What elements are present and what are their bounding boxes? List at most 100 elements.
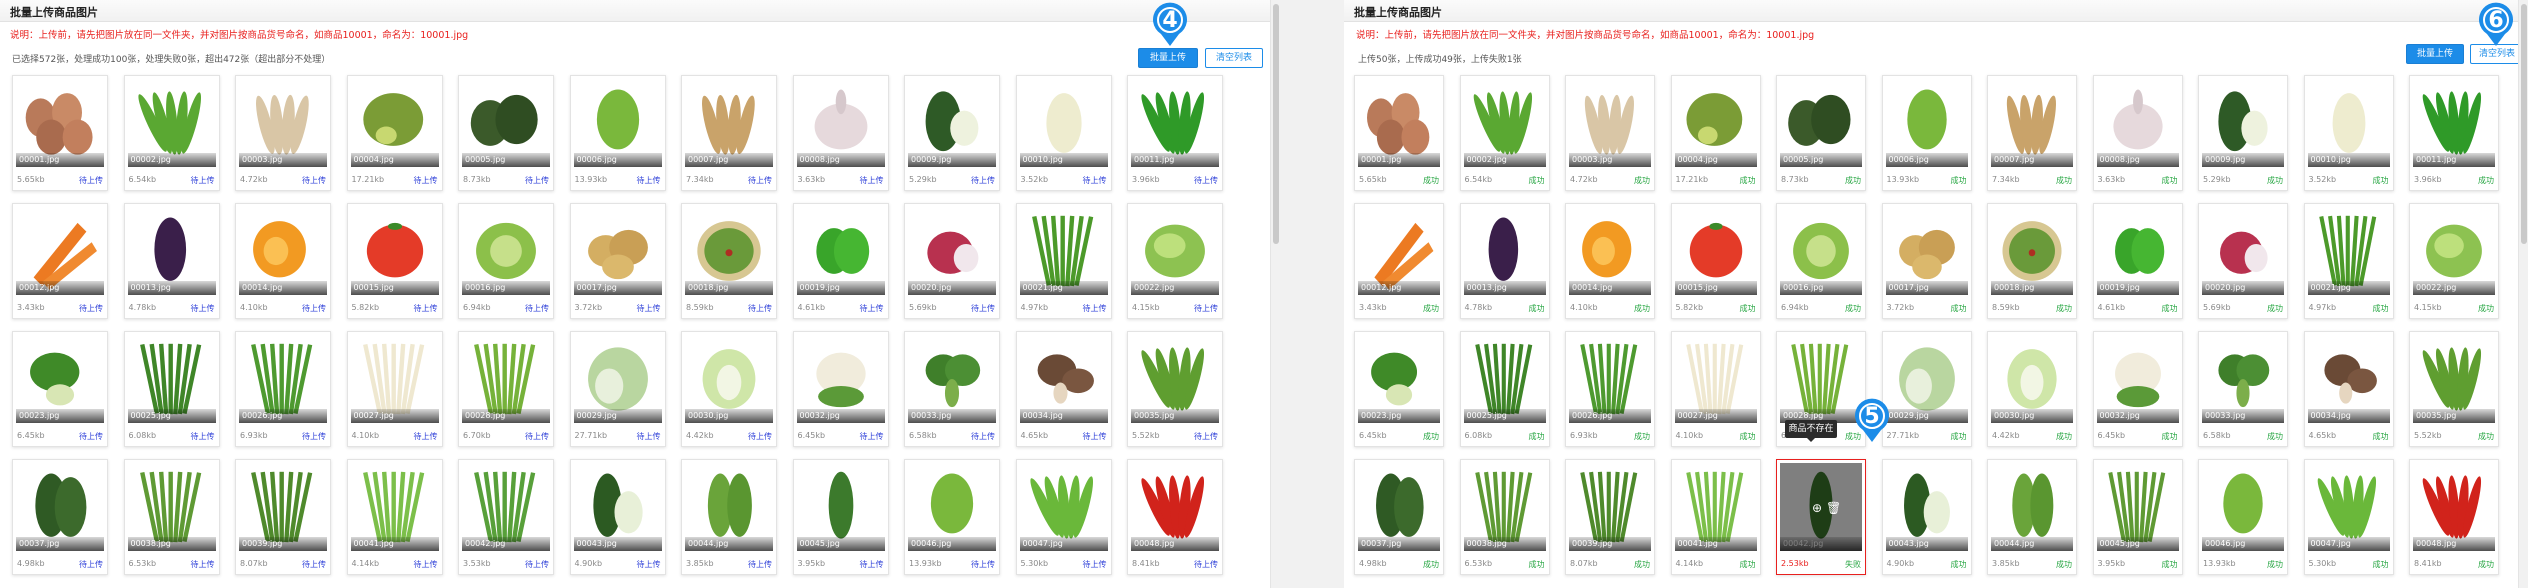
image-thumbnail[interactable]: 00033.jpg — [908, 335, 996, 423]
image-card[interactable]: 00041.jpg 4.14kb 待上传 — [346, 459, 443, 575]
image-card[interactable]: 00021.jpg 4.97kb 待上传 — [1015, 203, 1112, 319]
image-thumbnail[interactable]: 00004.jpg — [1674, 79, 1757, 167]
image-thumbnail[interactable]: 00030.jpg — [1991, 335, 2073, 423]
image-thumbnail[interactable]: 00025.jpg — [127, 335, 216, 423]
image-card[interactable]: 00010.jpg 3.52kb 成功 — [2303, 75, 2394, 191]
image-card[interactable]: 00007.jpg 7.34kb 待上传 — [681, 75, 777, 191]
image-card[interactable]: 00011.jpg 3.96kb 待上传 — [1127, 75, 1223, 191]
image-thumbnail[interactable]: 00047.jpg — [1019, 463, 1108, 551]
image-card[interactable]: 00027.jpg 4.10kb 待上传 — [346, 331, 443, 447]
image-card[interactable]: 00010.jpg 3.52kb 待上传 — [1015, 75, 1112, 191]
image-card[interactable]: 00039.jpg 8.07kb 待上传 — [235, 459, 331, 575]
image-thumbnail[interactable]: 00035.jpg — [2413, 335, 2495, 423]
image-thumbnail[interactable]: 00029.jpg — [573, 335, 662, 423]
image-card[interactable]: 00014.jpg 4.10kb 待上传 — [235, 203, 331, 319]
image-card[interactable]: 00048.jpg 8.41kb 成功 — [2409, 459, 2499, 575]
image-card[interactable]: 00045.jpg 3.95kb 成功 — [2092, 459, 2183, 575]
image-card[interactable]: 00003.jpg 4.72kb 成功 — [1565, 75, 1655, 191]
image-thumbnail[interactable]: 00021.jpg — [2307, 207, 2390, 295]
image-thumbnail[interactable]: 00026.jpg — [239, 335, 327, 423]
image-card[interactable]: 00019.jpg 4.61kb 待上传 — [792, 203, 889, 319]
image-card[interactable]: 00035.jpg 5.52kb 待上传 — [1127, 331, 1223, 447]
image-card[interactable]: 00020.jpg 5.69kb 成功 — [2198, 203, 2288, 319]
image-thumbnail[interactable]: 00032.jpg — [796, 335, 885, 423]
image-card[interactable]: 00041.jpg 4.14kb 成功 — [1670, 459, 1761, 575]
image-thumbnail[interactable]: 00017.jpg — [573, 207, 662, 295]
image-card[interactable]: 00037.jpg 4.98kb 待上传 — [12, 459, 108, 575]
image-thumbnail[interactable]: 00007.jpg — [1991, 79, 2073, 167]
image-thumbnail[interactable]: 00026.jpg — [1569, 335, 1651, 423]
image-thumbnail[interactable]: 00046.jpg — [908, 463, 996, 551]
image-thumbnail[interactable]: 00002.jpg — [127, 79, 216, 167]
image-card[interactable]: 00017.jpg 3.72kb 待上传 — [569, 203, 666, 319]
image-card[interactable]: 00043.jpg 4.90kb 成功 — [1881, 459, 1972, 575]
image-thumbnail[interactable]: 00033.jpg — [2202, 335, 2284, 423]
image-thumbnail[interactable]: 00045.jpg — [796, 463, 885, 551]
image-card[interactable]: 00006.jpg 13.93kb 成功 — [1881, 75, 1972, 191]
image-thumbnail[interactable]: 00007.jpg — [685, 79, 773, 167]
image-thumbnail[interactable]: 00025.jpg — [1463, 335, 1546, 423]
image-thumbnail[interactable]: 00019.jpg — [2096, 207, 2179, 295]
image-thumbnail[interactable]: 00015.jpg — [350, 207, 439, 295]
image-card[interactable]: 00023.jpg 6.45kb 待上传 — [12, 331, 108, 447]
image-thumbnail[interactable]: 00039.jpg — [1569, 463, 1651, 551]
scrollbar-thumb[interactable] — [2521, 4, 2527, 244]
image-card[interactable]: 00042.jpg 3.53kb 待上传 — [458, 459, 554, 575]
image-card[interactable]: 00008.jpg 3.63kb 成功 — [2092, 75, 2183, 191]
image-thumbnail[interactable]: 00022.jpg — [2413, 207, 2495, 295]
image-thumbnail[interactable]: 00023.jpg — [1358, 335, 1440, 423]
image-card[interactable]: 00025.jpg 6.08kb 成功 — [1459, 331, 1550, 447]
image-card[interactable]: 00016.jpg 6.94kb 待上传 — [458, 203, 554, 319]
image-thumbnail[interactable]: 00035.jpg — [1131, 335, 1219, 423]
image-thumbnail[interactable]: 00043.jpg — [1885, 463, 1968, 551]
image-thumbnail[interactable]: 00003.jpg — [1569, 79, 1651, 167]
image-card[interactable]: 00035.jpg 5.52kb 成功 — [2409, 331, 2499, 447]
image-thumbnail[interactable]: 00017.jpg — [1885, 207, 1968, 295]
image-thumbnail[interactable]: 00012.jpg — [16, 207, 104, 295]
image-card[interactable]: 00015.jpg 5.82kb 成功 — [1670, 203, 1761, 319]
image-card[interactable]: 00003.jpg 4.72kb 待上传 — [235, 75, 331, 191]
delete-icon[interactable]: 🗑 — [1826, 501, 1841, 515]
image-thumbnail[interactable]: 00043.jpg — [573, 463, 662, 551]
image-card[interactable]: 00017.jpg 3.72kb 成功 — [1881, 203, 1972, 319]
batch-upload-button[interactable]: 批量上传 — [1138, 48, 1198, 68]
image-card[interactable]: 00037.jpg 4.98kb 成功 — [1354, 459, 1444, 575]
image-thumbnail[interactable]: 00030.jpg — [685, 335, 773, 423]
image-thumbnail[interactable]: 00005.jpg — [462, 79, 550, 167]
image-thumbnail[interactable]: 00002.jpg — [1463, 79, 1546, 167]
image-card[interactable]: 00004.jpg 17.21kb 成功 — [1670, 75, 1761, 191]
image-thumbnail[interactable]: 00028.jpg — [1780, 335, 1862, 423]
image-thumbnail[interactable]: 00027.jpg — [1674, 335, 1757, 423]
image-thumbnail[interactable]: 00011.jpg — [2413, 79, 2495, 167]
image-card[interactable]: 00027.jpg 4.10kb 成功 — [1670, 331, 1761, 447]
image-card[interactable]: 00020.jpg 5.69kb 待上传 — [904, 203, 1000, 319]
image-card[interactable]: 00029.jpg 27.71kb 待上传 — [569, 331, 666, 447]
image-thumbnail[interactable]: 00016.jpg — [462, 207, 550, 295]
image-card[interactable]: 00026.jpg 6.93kb 成功 — [1565, 331, 1655, 447]
image-thumbnail[interactable]: 00022.jpg — [1131, 207, 1219, 295]
image-card[interactable]: 00038.jpg 6.53kb 待上传 — [123, 459, 220, 575]
image-card[interactable]: 00028.jpg 6.70kb 待上传 — [458, 331, 554, 447]
image-thumbnail[interactable]: 00046.jpg — [2202, 463, 2284, 551]
image-card[interactable]: 00019.jpg 4.61kb 成功 — [2092, 203, 2183, 319]
image-card[interactable]: 00029.jpg 27.71kb 成功 — [1881, 331, 1972, 447]
image-card[interactable]: 00011.jpg 3.96kb 成功 — [2409, 75, 2499, 191]
image-thumbnail[interactable]: 00038.jpg — [127, 463, 216, 551]
zoom-icon[interactable]: ⊕ — [1810, 501, 1824, 515]
image-card[interactable]: 00044.jpg 3.85kb 待上传 — [681, 459, 777, 575]
clear-list-button[interactable]: 清空列表 — [1205, 48, 1263, 68]
image-thumbnail[interactable]: 00042.jpg — [462, 463, 550, 551]
image-card[interactable]: 00008.jpg 3.63kb 待上传 — [792, 75, 889, 191]
image-thumbnail[interactable]: 00009.jpg — [2202, 79, 2284, 167]
image-card[interactable]: 00002.jpg 6.54kb 成功 — [1459, 75, 1550, 191]
image-card[interactable]: 00039.jpg 8.07kb 成功 — [1565, 459, 1655, 575]
image-card[interactable]: 00001.jpg 5.65kb 待上传 — [12, 75, 108, 191]
image-thumbnail[interactable]: 00005.jpg — [1780, 79, 1862, 167]
image-thumbnail[interactable]: 00006.jpg — [573, 79, 662, 167]
image-thumbnail[interactable]: 00041.jpg — [350, 463, 439, 551]
image-card[interactable]: 00047.jpg 5.30kb 待上传 — [1015, 459, 1112, 575]
image-thumbnail[interactable]: 00014.jpg — [1569, 207, 1651, 295]
image-thumbnail[interactable]: 00008.jpg — [796, 79, 885, 167]
image-thumbnail[interactable]: 00012.jpg — [1358, 207, 1440, 295]
image-thumbnail[interactable]: 00010.jpg — [1019, 79, 1108, 167]
